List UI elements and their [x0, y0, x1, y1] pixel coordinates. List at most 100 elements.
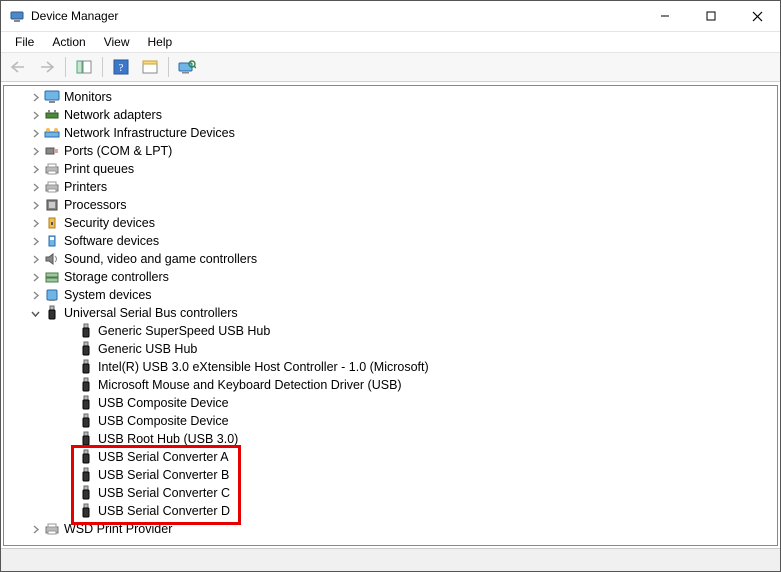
toolbar-forward-button[interactable]: [34, 55, 60, 79]
statusbar: [1, 548, 780, 571]
usb-icon: [44, 305, 60, 321]
tree-device-label: USB Composite Device: [98, 394, 229, 412]
tree-category-label: Print queues: [64, 160, 134, 178]
tree-category[interactable]: Network Infrastructure Devices: [4, 124, 777, 142]
cpu-icon: [44, 197, 60, 213]
printer-icon: [44, 521, 60, 537]
usb-icon: [78, 467, 94, 483]
expander-closed-icon[interactable]: [28, 522, 42, 536]
tree-category-label: Printers: [64, 178, 107, 196]
expander-closed-icon[interactable]: [28, 252, 42, 266]
tree-device[interactable]: USB Composite Device: [4, 394, 777, 412]
menu-action[interactable]: Action: [44, 34, 93, 50]
usb-icon: [78, 359, 94, 375]
expander-closed-icon[interactable]: [28, 270, 42, 284]
tree-category[interactable]: Sound, video and game controllers: [4, 250, 777, 268]
app-icon: [9, 8, 25, 24]
printer-icon: [44, 161, 60, 177]
tree-category[interactable]: Storage controllers: [4, 268, 777, 286]
tree-device-label: Microsoft Mouse and Keyboard Detection D…: [98, 376, 402, 394]
toolbar-back-button[interactable]: [5, 55, 31, 79]
tree-category[interactable]: Security devices: [4, 214, 777, 232]
tree-device[interactable]: USB Serial Converter C: [4, 484, 777, 502]
tree-device[interactable]: USB Serial Converter A: [4, 448, 777, 466]
usb-icon: [78, 485, 94, 501]
usb-icon: [78, 431, 94, 447]
monitor-icon: [44, 89, 60, 105]
storage-icon: [44, 269, 60, 285]
expander-closed-icon[interactable]: [28, 108, 42, 122]
tree-category-label: Storage controllers: [64, 268, 169, 286]
tree-category[interactable]: Ports (COM & LPT): [4, 142, 777, 160]
expander-closed-icon[interactable]: [28, 180, 42, 194]
expander-closed-icon[interactable]: [28, 216, 42, 230]
expander-closed-icon[interactable]: [28, 234, 42, 248]
toolbar-properties-button[interactable]: [137, 55, 163, 79]
tree-device-label: USB Serial Converter B: [98, 466, 229, 484]
usb-icon: [78, 449, 94, 465]
usb-icon: [78, 323, 94, 339]
menu-file[interactable]: File: [7, 34, 42, 50]
main-area: MonitorsNetwork adaptersNetwork Infrastr…: [1, 82, 780, 548]
device-tree[interactable]: MonitorsNetwork adaptersNetwork Infrastr…: [4, 86, 777, 545]
device-manager-window: Device Manager File Action View Help: [0, 0, 781, 572]
tree-category[interactable]: Software devices: [4, 232, 777, 250]
tree-device[interactable]: Intel(R) USB 3.0 eXtensible Host Control…: [4, 358, 777, 376]
titlebar: Device Manager: [1, 1, 780, 32]
sound-icon: [44, 251, 60, 267]
expander-open-icon[interactable]: [28, 306, 42, 320]
printer-icon: [44, 179, 60, 195]
tree-category[interactable]: WSD Print Provider: [4, 520, 777, 538]
tree-device[interactable]: USB Composite Device: [4, 412, 777, 430]
toolbar-scan-button[interactable]: [174, 55, 200, 79]
menu-help[interactable]: Help: [140, 34, 181, 50]
toolbar: ?: [1, 53, 780, 82]
netinfra-icon: [44, 125, 60, 141]
tree-category-label: Network Infrastructure Devices: [64, 124, 235, 142]
tree-device-label: Generic SuperSpeed USB Hub: [98, 322, 270, 340]
expander-closed-icon[interactable]: [28, 198, 42, 212]
tree-device[interactable]: Generic USB Hub: [4, 340, 777, 358]
toolbar-showhide-button[interactable]: [71, 55, 97, 79]
expander-closed-icon[interactable]: [28, 288, 42, 302]
expander-closed-icon[interactable]: [28, 162, 42, 176]
tree-category-label: WSD Print Provider: [64, 520, 172, 538]
close-button[interactable]: [734, 1, 780, 31]
tree-device-label: USB Serial Converter C: [98, 484, 230, 502]
window-controls: [642, 1, 780, 31]
tree-device[interactable]: Microsoft Mouse and Keyboard Detection D…: [4, 376, 777, 394]
expander-closed-icon[interactable]: [28, 90, 42, 104]
expander-closed-icon[interactable]: [28, 144, 42, 158]
tree-device-label: USB Composite Device: [98, 412, 229, 430]
network-icon: [44, 107, 60, 123]
tree-category[interactable]: Network adapters: [4, 106, 777, 124]
tree-device[interactable]: USB Serial Converter B: [4, 466, 777, 484]
tree-device[interactable]: USB Serial Converter D: [4, 502, 777, 520]
tree-category[interactable]: Printers: [4, 178, 777, 196]
toolbar-help-button[interactable]: ?: [108, 55, 134, 79]
window-title: Device Manager: [31, 9, 118, 23]
toolbar-separator: [168, 57, 169, 77]
system-icon: [44, 287, 60, 303]
tree-category-label: Ports (COM & LPT): [64, 142, 172, 160]
menu-view[interactable]: View: [96, 34, 138, 50]
tree-category-label: Sound, video and game controllers: [64, 250, 257, 268]
tree-category-label: Monitors: [64, 88, 112, 106]
tree-device-label: Generic USB Hub: [98, 340, 197, 358]
tree-category[interactable]: Print queues: [4, 160, 777, 178]
tree-category[interactable]: System devices: [4, 286, 777, 304]
usb-icon: [78, 413, 94, 429]
maximize-button[interactable]: [688, 1, 734, 31]
tree-category[interactable]: Universal Serial Bus controllers: [4, 304, 777, 322]
usb-icon: [78, 341, 94, 357]
tree-category[interactable]: Processors: [4, 196, 777, 214]
expander-closed-icon[interactable]: [28, 126, 42, 140]
toolbar-separator: [65, 57, 66, 77]
usb-icon: [78, 395, 94, 411]
tree-category-label: Network adapters: [64, 106, 162, 124]
tree-device[interactable]: USB Root Hub (USB 3.0): [4, 430, 777, 448]
minimize-button[interactable]: [642, 1, 688, 31]
tree-device[interactable]: Generic SuperSpeed USB Hub: [4, 322, 777, 340]
tree-category[interactable]: Monitors: [4, 88, 777, 106]
tree-category-label: Security devices: [64, 214, 155, 232]
